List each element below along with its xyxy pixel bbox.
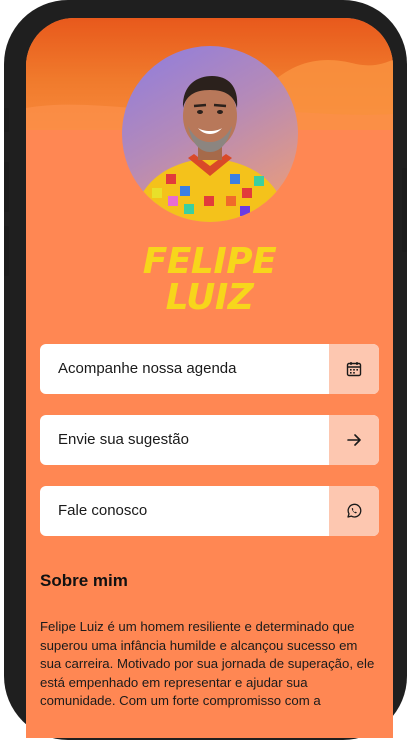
calendar-icon bbox=[329, 344, 379, 394]
mute-switch bbox=[4, 108, 9, 132]
volume-down-button bbox=[4, 226, 9, 276]
phone-screen: FELIPE LUIZ Acompanhe nossa agenda Envie… bbox=[26, 18, 393, 738]
profile-name: FELIPE LUIZ bbox=[26, 244, 393, 316]
arrow-right-icon bbox=[329, 415, 379, 465]
suggestion-button-label: Envie sua sugestão bbox=[58, 431, 189, 448]
contact-button[interactable]: Fale conosco bbox=[40, 486, 379, 536]
power-button bbox=[402, 168, 407, 252]
contact-button-label: Fale conosco bbox=[58, 502, 148, 519]
volume-up-button bbox=[4, 162, 9, 212]
phone-frame: FELIPE LUIZ Acompanhe nossa agenda Envie… bbox=[4, 0, 407, 740]
whatsapp-icon bbox=[329, 486, 379, 536]
agenda-button[interactable]: Acompanhe nossa agenda bbox=[40, 344, 379, 394]
suggestion-button[interactable]: Envie sua sugestão bbox=[40, 415, 379, 465]
profile-name-line1: FELIPE bbox=[142, 241, 277, 282]
profile-name-line2: LUIZ bbox=[165, 277, 254, 318]
about-text: Felipe Luiz é um homem resiliente e dete… bbox=[40, 619, 375, 708]
profile-avatar bbox=[122, 46, 298, 222]
about-title: Sobre mim bbox=[40, 571, 128, 590]
agenda-button-label: Acompanhe nossa agenda bbox=[58, 360, 237, 377]
